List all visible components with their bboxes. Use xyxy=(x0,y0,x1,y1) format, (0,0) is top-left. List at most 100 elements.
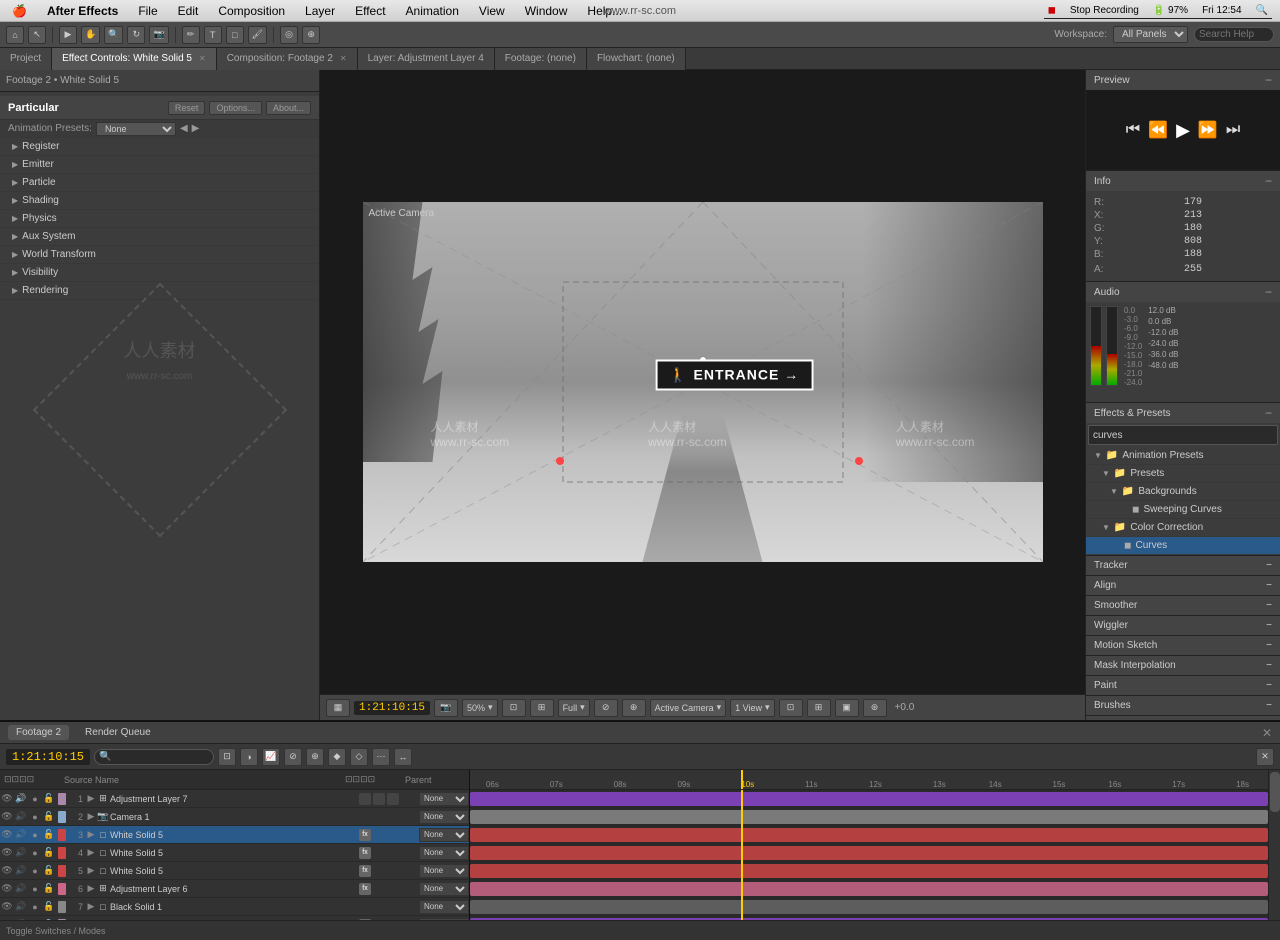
tl-motion-blur-btn[interactable]: ◑ xyxy=(240,748,258,766)
wiggler-collapse-icon[interactable]: − xyxy=(1266,620,1272,631)
layer-7-vis-icon[interactable]: 👁 xyxy=(0,901,14,912)
toolbar-puppet-btn[interactable]: ⊕ xyxy=(302,26,320,44)
tl-playhead[interactable] xyxy=(741,770,743,789)
tab-composition[interactable]: Composition: Footage 2 ✕ xyxy=(217,48,358,70)
wiggler-section[interactable]: Wiggler − xyxy=(1086,616,1280,636)
toolbar-shape-btn[interactable]: □ xyxy=(226,26,244,44)
comp-viewer[interactable]: 🚶 ENTRANCE → 人人素材www.rr-sc.com 人人素材www.r… xyxy=(320,70,1085,694)
menu-view[interactable]: View xyxy=(475,2,509,20)
motion-sketch-collapse-icon[interactable]: − xyxy=(1266,640,1272,651)
tl-layer-mask-btn[interactable]: ⊘ xyxy=(284,748,302,766)
handle-right[interactable] xyxy=(855,457,863,465)
layer-1-parent[interactable]: None xyxy=(419,792,469,806)
layer-4-solo-icon[interactable]: ● xyxy=(28,848,42,858)
stop-recording-label[interactable]: Stop Recording xyxy=(1066,3,1143,18)
app-name[interactable]: After Effects xyxy=(43,2,122,20)
align-section[interactable]: Align − xyxy=(1086,576,1280,596)
layer-6-vis-icon[interactable]: 👁 xyxy=(0,883,14,894)
tl-layer-2[interactable]: 👁 🔊 ● 🔓 2 ▶ 📷 Camera 1 None xyxy=(0,808,469,826)
brushes-collapse-icon[interactable]: − xyxy=(1266,700,1272,711)
layer-5-audio-icon[interactable]: 🔊 xyxy=(14,865,28,876)
comp-camera-view-dropdown[interactable]: Active Camera ▾ xyxy=(650,699,727,717)
effects-presets-header[interactable]: Effects & Presets − xyxy=(1086,403,1280,423)
tl-graph-editor-btn[interactable]: 📈 xyxy=(262,748,280,766)
comp-grid3-btn[interactable]: ⊞ xyxy=(807,699,831,717)
handle-left[interactable] xyxy=(556,457,564,465)
toggle-switches-label[interactable]: Toggle Switches / Modes xyxy=(6,926,106,936)
layer-3-switch-fx[interactable]: fx xyxy=(359,829,371,841)
tl-layer-9[interactable]: 👁 🔊 ● 🔓 9 ▶ ⊞ Adjustment Layer 4 fx None xyxy=(0,916,469,920)
reset-button[interactable]: Reset xyxy=(168,101,206,115)
layer-9-switch-fx[interactable]: fx xyxy=(359,919,371,921)
layer-3-vis-icon[interactable]: 👁 xyxy=(0,829,14,840)
toolbar-text-btn[interactable]: T xyxy=(204,26,222,44)
apple-menu[interactable]: 🍎 xyxy=(8,2,31,20)
layer-3-parent[interactable]: None xyxy=(419,828,469,842)
animation-presets-dropdown[interactable]: None xyxy=(96,122,176,136)
paragraph-section[interactable]: Paragraph − xyxy=(1086,716,1280,720)
layer-7-parent[interactable]: None xyxy=(419,900,469,914)
tl-3d-btn[interactable]: ⊕ xyxy=(306,748,324,766)
comp-overlay-btn[interactable]: ⊕ xyxy=(622,699,646,717)
comp-trans-btn[interactable]: ⊘ xyxy=(594,699,618,717)
comp-grid2-btn[interactable]: ⊞ xyxy=(530,699,554,717)
audio-header[interactable]: Audio − xyxy=(1086,282,1280,302)
layer-2-solo-icon[interactable]: ● xyxy=(28,812,42,822)
comp-grid-btn[interactable]: ▦ xyxy=(326,699,350,717)
ec-item-visibility[interactable]: ▶ Visibility xyxy=(0,264,319,282)
tracker-collapse-icon[interactable]: − xyxy=(1266,560,1272,571)
tl-scrollbar[interactable] xyxy=(1268,770,1280,920)
motion-sketch-section[interactable]: Motion Sketch − xyxy=(1086,636,1280,656)
comp-zoom-dropdown[interactable]: 50% ▾ xyxy=(462,699,498,717)
layer-1-vis-icon[interactable]: 👁 xyxy=(0,793,14,804)
layer-3-audio-icon[interactable]: 🔊 xyxy=(14,829,28,840)
tl-ease-btn[interactable]: ⋯ xyxy=(372,748,390,766)
ec-item-world-transform[interactable]: ▶ World Transform xyxy=(0,246,319,264)
layer-7-expand[interactable]: ▶ xyxy=(86,901,96,912)
layer-4-vis-icon[interactable]: 👁 xyxy=(0,847,14,858)
comp-safe-btn[interactable]: ⊡ xyxy=(779,699,803,717)
tl-layer-5[interactable]: 👁 🔊 ● 🔓 5 ▶ □ White Solid 5 fx None xyxy=(0,862,469,880)
help-search-input[interactable] xyxy=(1194,27,1274,42)
tl-keyframe-btn[interactable]: ◇ xyxy=(350,748,368,766)
layer-5-vis-icon[interactable]: 👁 xyxy=(0,865,14,876)
toolbar-pen-btn[interactable]: ✏ xyxy=(182,26,200,44)
mask-interpolation-section[interactable]: Mask Interpolation − xyxy=(1086,656,1280,676)
menu-edit[interactable]: Edit xyxy=(174,2,203,20)
layer-3-solo-icon[interactable]: ● xyxy=(28,830,42,840)
layer-4-switch-fx[interactable]: fx xyxy=(359,847,371,859)
tl-layer-3[interactable]: 👁 🔊 ● 🔓 3 ▶ □ White Solid 5 fx None xyxy=(0,826,469,844)
menu-file[interactable]: File xyxy=(134,2,161,20)
paint-section[interactable]: Paint − xyxy=(1086,676,1280,696)
toolbar-rotate-btn[interactable]: ↻ xyxy=(127,26,145,44)
layer-7-audio-icon[interactable]: 🔊 xyxy=(14,901,28,912)
et-presets[interactable]: ▼ 📁 Presets xyxy=(1086,465,1280,483)
layer-5-lock-icon[interactable]: 🔓 xyxy=(42,865,56,876)
layer-4-expand[interactable]: ▶ xyxy=(86,847,96,858)
toolbar-camera-btn[interactable]: 📷 xyxy=(149,26,168,44)
menu-animation[interactable]: Animation xyxy=(402,2,463,20)
et-backgrounds[interactable]: ▼ 📁 Backgrounds xyxy=(1086,483,1280,501)
layer-2-expand[interactable]: ▶ xyxy=(86,811,96,822)
comp-region-btn[interactable]: ▣ xyxy=(835,699,859,717)
workspace-dropdown[interactable]: All Panels xyxy=(1113,26,1188,43)
layer-6-solo-icon[interactable]: ● xyxy=(28,884,42,894)
layer-3-expand[interactable]: ▶ xyxy=(86,829,96,840)
layer-6-expand[interactable]: ▶ xyxy=(86,883,96,894)
search-icon[interactable]: 🔍 xyxy=(1252,3,1272,18)
comp-3d-btn[interactable]: ⊛ xyxy=(863,699,887,717)
comp-views-dropdown[interactable]: 1 View ▾ xyxy=(730,699,774,717)
layer-4-parent[interactable]: None xyxy=(419,846,469,860)
brushes-section[interactable]: Brushes − xyxy=(1086,696,1280,716)
layer-1-solo-icon[interactable]: ● xyxy=(28,794,42,804)
comp-fit-btn[interactable]: ⊡ xyxy=(502,699,526,717)
layer-4-lock-icon[interactable]: 🔓 xyxy=(42,847,56,858)
ec-item-particle[interactable]: ▶ Particle xyxy=(0,174,319,192)
layer-6-lock-icon[interactable]: 🔓 xyxy=(42,883,56,894)
layer-1-audio-icon[interactable]: 🔊 xyxy=(14,793,28,804)
layer-1-switch-2[interactable] xyxy=(373,793,385,805)
comp-camera-btn[interactable]: 📷 xyxy=(434,699,458,717)
ec-item-register[interactable]: ▶ Register xyxy=(0,138,319,156)
layer-6-parent[interactable]: None xyxy=(419,882,469,896)
layer-9-parent[interactable]: None xyxy=(419,918,469,921)
